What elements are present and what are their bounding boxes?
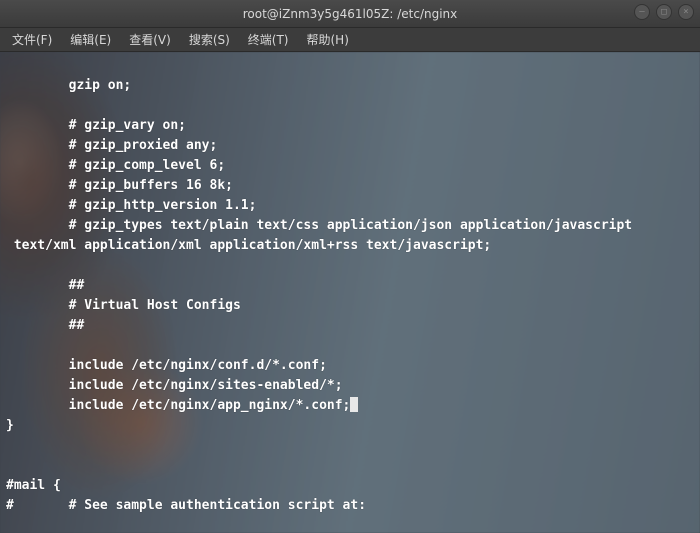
menu-search[interactable]: 搜索(S) bbox=[181, 29, 238, 50]
titlebar: root@iZnm3y5g461l05Z: /etc/nginx – □ × bbox=[0, 0, 700, 28]
close-icon: × bbox=[683, 7, 688, 17]
window-title: root@iZnm3y5g461l05Z: /etc/nginx bbox=[243, 7, 458, 21]
maximize-icon: □ bbox=[661, 7, 666, 17]
text-cursor bbox=[350, 397, 358, 412]
minimize-icon: – bbox=[639, 7, 644, 17]
menu-edit[interactable]: 编辑(E) bbox=[62, 29, 119, 50]
terminal-content[interactable]: gzip on; # gzip_vary on; # gzip_proxied … bbox=[0, 52, 700, 533]
terminal-line: # gzip_proxied any; bbox=[6, 136, 694, 156]
minimize-button[interactable]: – bbox=[634, 4, 650, 20]
terminal-line: # Virtual Host Configs bbox=[6, 296, 694, 316]
terminal-line: ## bbox=[6, 276, 694, 296]
menu-view[interactable]: 查看(V) bbox=[121, 29, 179, 50]
menu-terminal[interactable]: 终端(T) bbox=[240, 29, 297, 50]
terminal-line bbox=[6, 256, 694, 276]
terminal-line bbox=[6, 96, 694, 116]
terminal-line: #mail { bbox=[6, 476, 694, 496]
terminal-line: include /etc/nginx/app_nginx/*.conf; bbox=[6, 396, 694, 416]
menubar: 文件(F) 编辑(E) 查看(V) 搜索(S) 终端(T) 帮助(H) bbox=[0, 28, 700, 52]
terminal-line: include /etc/nginx/sites-enabled/*; bbox=[6, 376, 694, 396]
terminal-line bbox=[6, 436, 694, 456]
terminal-line: # gzip_types text/plain text/css applica… bbox=[6, 216, 694, 236]
terminal-line: # gzip_http_version 1.1; bbox=[6, 196, 694, 216]
menu-help[interactable]: 帮助(H) bbox=[299, 29, 357, 50]
terminal-line bbox=[6, 456, 694, 476]
terminal-line bbox=[6, 336, 694, 356]
terminal-line: # gzip_vary on; bbox=[6, 116, 694, 136]
terminal-line: # # See sample authentication script at: bbox=[6, 496, 694, 516]
terminal-line: gzip on; bbox=[6, 76, 694, 96]
terminal-line bbox=[6, 56, 694, 76]
window-controls: – □ × bbox=[634, 4, 694, 20]
terminal-line: ## bbox=[6, 316, 694, 336]
terminal-line: # gzip_comp_level 6; bbox=[6, 156, 694, 176]
terminal-line: include /etc/nginx/conf.d/*.conf; bbox=[6, 356, 694, 376]
terminal-area[interactable]: gzip on; # gzip_vary on; # gzip_proxied … bbox=[0, 52, 700, 533]
menu-file[interactable]: 文件(F) bbox=[4, 29, 60, 50]
terminal-line: } bbox=[6, 416, 694, 436]
close-button[interactable]: × bbox=[678, 4, 694, 20]
maximize-button[interactable]: □ bbox=[656, 4, 672, 20]
terminal-line: text/xml application/xml application/xml… bbox=[6, 236, 694, 256]
terminal-line: # gzip_buffers 16 8k; bbox=[6, 176, 694, 196]
